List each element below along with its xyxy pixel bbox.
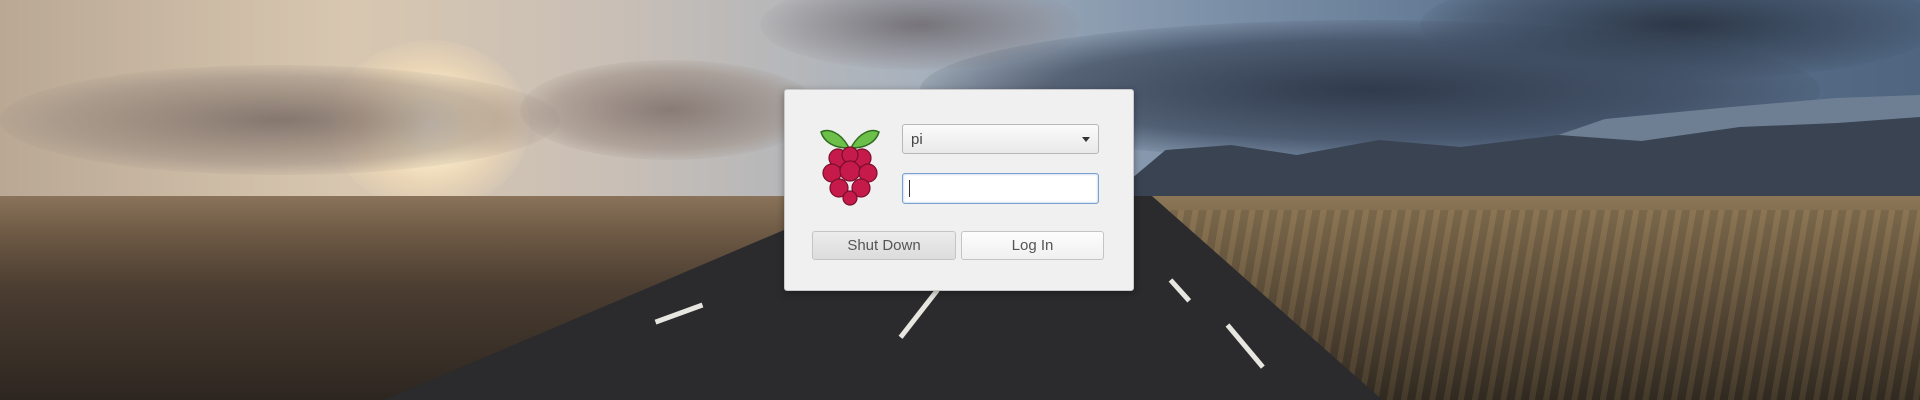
- cloud: [0, 65, 560, 175]
- chevron-down-icon[interactable]: [1082, 136, 1090, 142]
- user-select[interactable]: pi: [902, 124, 1099, 154]
- raspberry-pi-logo-icon: [818, 124, 882, 206]
- cloud: [520, 60, 820, 160]
- login-dialog: pi Shut Down Log In: [784, 89, 1134, 291]
- text-cursor: [909, 180, 910, 197]
- shut-down-button[interactable]: Shut Down: [812, 231, 956, 260]
- user-select-value: pi: [911, 130, 923, 148]
- password-field[interactable]: [902, 173, 1099, 204]
- log-in-button[interactable]: Log In: [961, 231, 1104, 260]
